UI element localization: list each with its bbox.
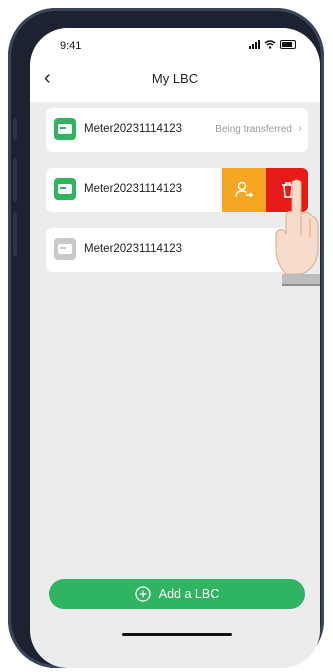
meter-name: Meter20231114123 bbox=[84, 243, 183, 255]
wifi-icon bbox=[264, 40, 276, 49]
transfer-user-icon bbox=[235, 181, 254, 198]
meter-icon bbox=[54, 118, 76, 140]
transfer-button[interactable] bbox=[222, 168, 266, 212]
plus-circle-icon bbox=[135, 586, 151, 602]
status-bar: 9:41 bbox=[30, 28, 320, 58]
add-lbc-label: Add a LBC bbox=[158, 587, 220, 601]
page-title: My LBC bbox=[151, 71, 199, 86]
meter-status: Being transferred bbox=[215, 124, 292, 135]
screen: 9:41 ‹ My LBC Meter20231114123 Being tra… bbox=[30, 28, 320, 668]
meter-icon bbox=[54, 178, 76, 200]
battery-icon bbox=[280, 40, 296, 49]
meter-list-item[interactable]: Meter20231114123 bbox=[46, 168, 308, 212]
signal-icon bbox=[249, 40, 260, 49]
meter-name: Meter20231114123 bbox=[84, 123, 183, 135]
meter-list-item[interactable]: Meter20231114123 bbox=[46, 228, 308, 272]
add-lbc-button[interactable]: Add a LBC bbox=[49, 579, 305, 609]
volume-up-button bbox=[13, 158, 17, 202]
phone-frame: 9:41 ‹ My LBC Meter20231114123 Being tra… bbox=[8, 8, 324, 668]
volume-down-button bbox=[13, 212, 17, 256]
nav-bar: ‹ My LBC bbox=[30, 58, 320, 102]
meter-name: Meter20231114123 bbox=[84, 183, 183, 195]
status-icons bbox=[249, 40, 296, 49]
mute-switch bbox=[13, 118, 17, 140]
chevron-right-icon: › bbox=[298, 121, 302, 135]
status-time: 9:41 bbox=[60, 40, 82, 52]
meter-list-item[interactable]: Meter20231114123 Being transferred › bbox=[46, 108, 308, 152]
tap-hand-icon bbox=[275, 179, 320, 286]
home-indicator[interactable] bbox=[122, 633, 232, 636]
meter-icon bbox=[54, 238, 76, 260]
